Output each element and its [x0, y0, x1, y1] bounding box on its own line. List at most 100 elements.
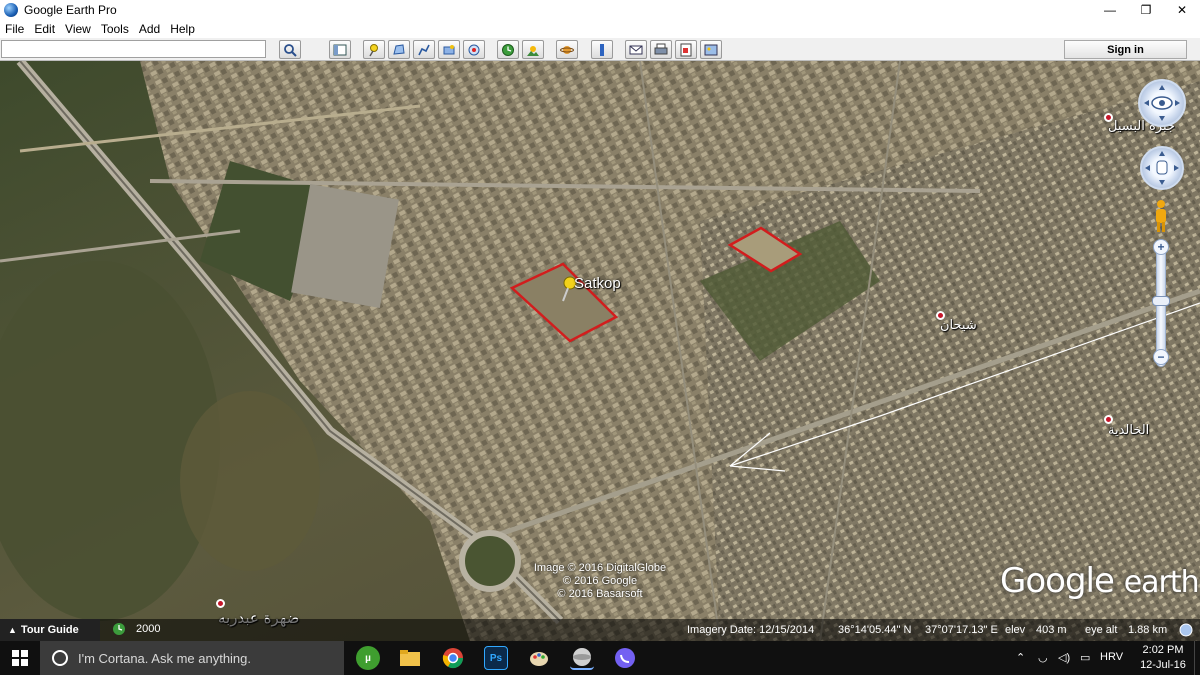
search-button[interactable] [279, 40, 301, 59]
tour-guide-label: Tour Guide [20, 624, 79, 636]
chevron-up-icon: ▲ [8, 625, 17, 635]
view-in-maps-button[interactable] [675, 40, 697, 59]
menu-file[interactable]: File [0, 22, 29, 36]
search-input[interactable] [1, 40, 266, 58]
cortana-placeholder: I'm Cortana. Ask me anything. [78, 650, 252, 666]
place-label-shihan[interactable]: شيحان [940, 318, 977, 333]
logo-word-google: Google [1000, 561, 1115, 601]
photoshop-icon[interactable]: Ps [484, 646, 508, 670]
maximize-button[interactable]: ❐ [1128, 0, 1164, 20]
cortana-search-box[interactable]: I'm Cortana. Ask me anything. [40, 641, 344, 675]
historical-year: 2000 [136, 623, 161, 635]
historical-imagery-indicator[interactable]: 2000 [112, 622, 160, 636]
paint-icon[interactable] [527, 646, 551, 670]
hand-icon [1145, 151, 1179, 185]
ruler-button[interactable] [591, 40, 613, 59]
window-controls: — ❐ ✕ [1092, 0, 1200, 20]
look-around-control[interactable] [1138, 79, 1186, 127]
credit-line: © 2016 Google [562, 575, 638, 587]
minimize-button[interactable]: — [1092, 0, 1128, 20]
maps-icon [680, 43, 692, 56]
longitude-readout: 37°07'17.13" E [925, 624, 998, 636]
zoom-out-button[interactable]: − [1153, 349, 1169, 365]
menu-bar: File Edit View Tools Add Help [0, 20, 1200, 38]
zoom-in-button[interactable]: + [1153, 239, 1169, 255]
google-earth-app-icon [4, 3, 18, 17]
imagery-credits: Image © 2016 DigitalGlobe © 2016 Google … [530, 562, 670, 601]
search-icon [284, 43, 297, 57]
utorrent-icon[interactable]: µ [356, 646, 380, 670]
sidebar-icon [333, 44, 347, 55]
sign-in-button[interactable]: Sign in [1064, 40, 1187, 59]
windows-start-icon[interactable] [12, 650, 28, 666]
satellite-imagery [0, 61, 1200, 641]
elevation-label: elev [1005, 624, 1026, 636]
elevation-value: 403 m [1036, 624, 1067, 636]
file-explorer-icon[interactable] [398, 646, 422, 670]
latitude-readout: 36°14'05.44" N [838, 624, 912, 636]
pan-control[interactable] [1140, 146, 1184, 190]
menu-add[interactable]: Add [134, 22, 165, 36]
eye-altitude-label: eye alt [1085, 624, 1118, 636]
toolbar: Sign in [0, 38, 1200, 61]
chrome-icon[interactable] [441, 646, 465, 670]
eye-altitude-value: 1.88 km [1128, 624, 1168, 636]
place-marker-icon[interactable] [216, 599, 225, 608]
eye-icon [1144, 85, 1180, 121]
taskbar: I'm Cortana. Ask me anything. µ Ps ⌃ ◡ ◁… [0, 641, 1200, 675]
planet-icon [560, 45, 574, 54]
clock-icon [113, 623, 125, 635]
tour-guide-button[interactable]: ▲ Tour Guide [0, 619, 100, 641]
system-clock[interactable]: 2:02 PM 12-Jul-16 [1136, 643, 1190, 673]
credit-line: © 2016 Basarsoft [557, 588, 643, 600]
zoom-slider-thumb[interactable] [1152, 296, 1170, 306]
add-polygon-button[interactable] [388, 40, 410, 59]
menu-edit[interactable]: Edit [29, 22, 60, 36]
clock-time: 2:02 PM [1142, 644, 1184, 656]
sidebar-toggle-button[interactable] [329, 40, 351, 59]
record-tour-icon [468, 44, 480, 55]
window-title: Google Earth Pro [24, 3, 117, 17]
envelope-icon [629, 45, 643, 54]
save-image-icon [704, 44, 718, 55]
planets-button[interactable] [556, 40, 578, 59]
email-button[interactable] [625, 40, 647, 59]
record-tour-button[interactable] [463, 40, 485, 59]
historical-imagery-button[interactable] [497, 40, 519, 59]
imagery-date: Imagery Date: 12/15/2014 [687, 624, 815, 636]
show-desktop-button[interactable] [1194, 641, 1200, 675]
add-path-button[interactable] [413, 40, 435, 59]
map-viewport[interactable]: Satkop ضهرة عبدربه شيحان الخالدية جبرة ا… [0, 61, 1200, 641]
status-bar: ▲ Tour Guide 2000 Imagery Date: 12/15/20… [0, 619, 1200, 641]
print-button[interactable] [650, 40, 672, 59]
title-bar: Google Earth Pro — ❐ ✕ [0, 0, 1200, 20]
clock-icon [502, 43, 514, 56]
street-view-pegman-icon[interactable] [1152, 199, 1170, 235]
add-placemark-button[interactable] [363, 40, 385, 59]
placemark-label[interactable]: Satkop [574, 275, 621, 292]
clock-date: 12-Jul-16 [1140, 659, 1186, 671]
image-overlay-icon [443, 44, 455, 54]
streaming-indicator-icon [1179, 623, 1193, 637]
menu-view[interactable]: View [60, 22, 96, 36]
close-button[interactable]: ✕ [1164, 0, 1200, 20]
polygon-icon [393, 43, 405, 55]
logo-word-earth: earth [1123, 565, 1200, 600]
sun-landscape-icon [527, 45, 539, 56]
add-overlay-button[interactable] [438, 40, 460, 59]
menu-help[interactable]: Help [165, 22, 200, 36]
viber-icon[interactable] [613, 646, 637, 670]
network-icon[interactable]: ◡ [1038, 651, 1048, 664]
message-icon[interactable]: ▭ [1080, 651, 1090, 664]
printer-icon [654, 43, 668, 54]
save-image-button[interactable] [700, 40, 722, 59]
sunlight-button[interactable] [522, 40, 544, 59]
place-label-khalidiya[interactable]: الخالدية [1108, 423, 1149, 438]
volume-icon[interactable]: ◁) [1058, 651, 1070, 664]
show-hidden-icons-chevron-icon[interactable]: ⌃ [1016, 651, 1025, 664]
google-earth-logo: Google earth [1000, 561, 1200, 601]
google-earth-taskbar-icon[interactable] [570, 646, 594, 670]
input-language[interactable]: HRV [1100, 651, 1123, 663]
menu-tools[interactable]: Tools [96, 22, 134, 36]
ruler-icon [600, 43, 604, 56]
